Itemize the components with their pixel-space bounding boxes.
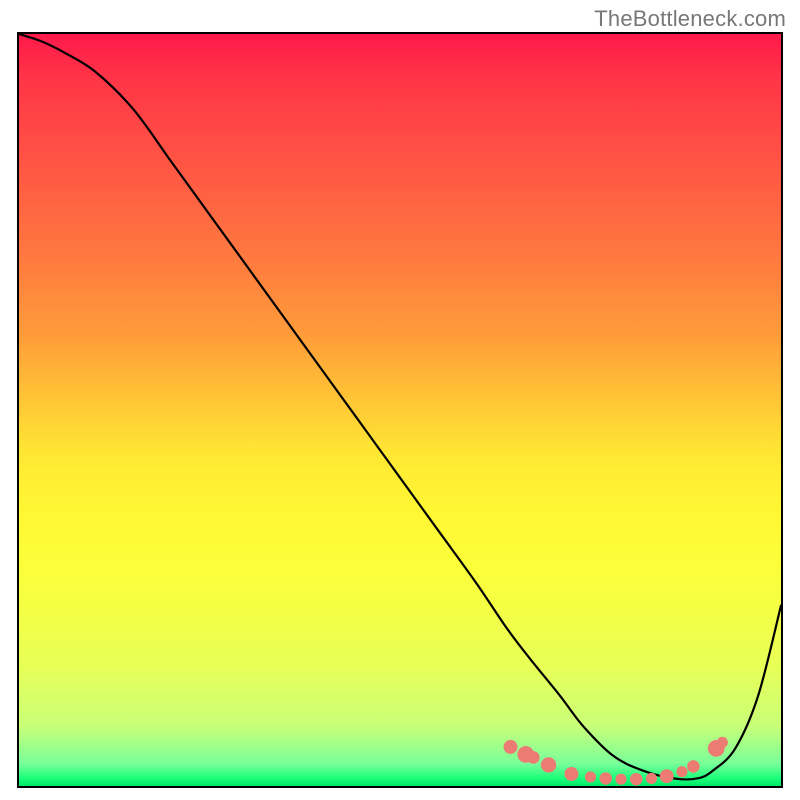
curve-marker [646, 773, 657, 784]
curve-marker [630, 773, 643, 786]
watermark-text: TheBottleneck.com [594, 6, 786, 32]
curve-marker [564, 767, 578, 781]
curve-marker [615, 774, 626, 785]
chart-plot-area [17, 32, 783, 788]
curve-marker [541, 757, 556, 772]
curve-marker [504, 740, 518, 754]
curve-marker [585, 771, 596, 782]
curve-marker [660, 769, 674, 783]
curve-marker [687, 760, 700, 773]
curve-marker [717, 737, 728, 748]
curve-marker [527, 751, 540, 764]
curve-marker [599, 772, 612, 785]
chart-svg [19, 34, 781, 786]
bottleneck-curve-line [19, 34, 781, 779]
curve-marker [676, 766, 687, 777]
